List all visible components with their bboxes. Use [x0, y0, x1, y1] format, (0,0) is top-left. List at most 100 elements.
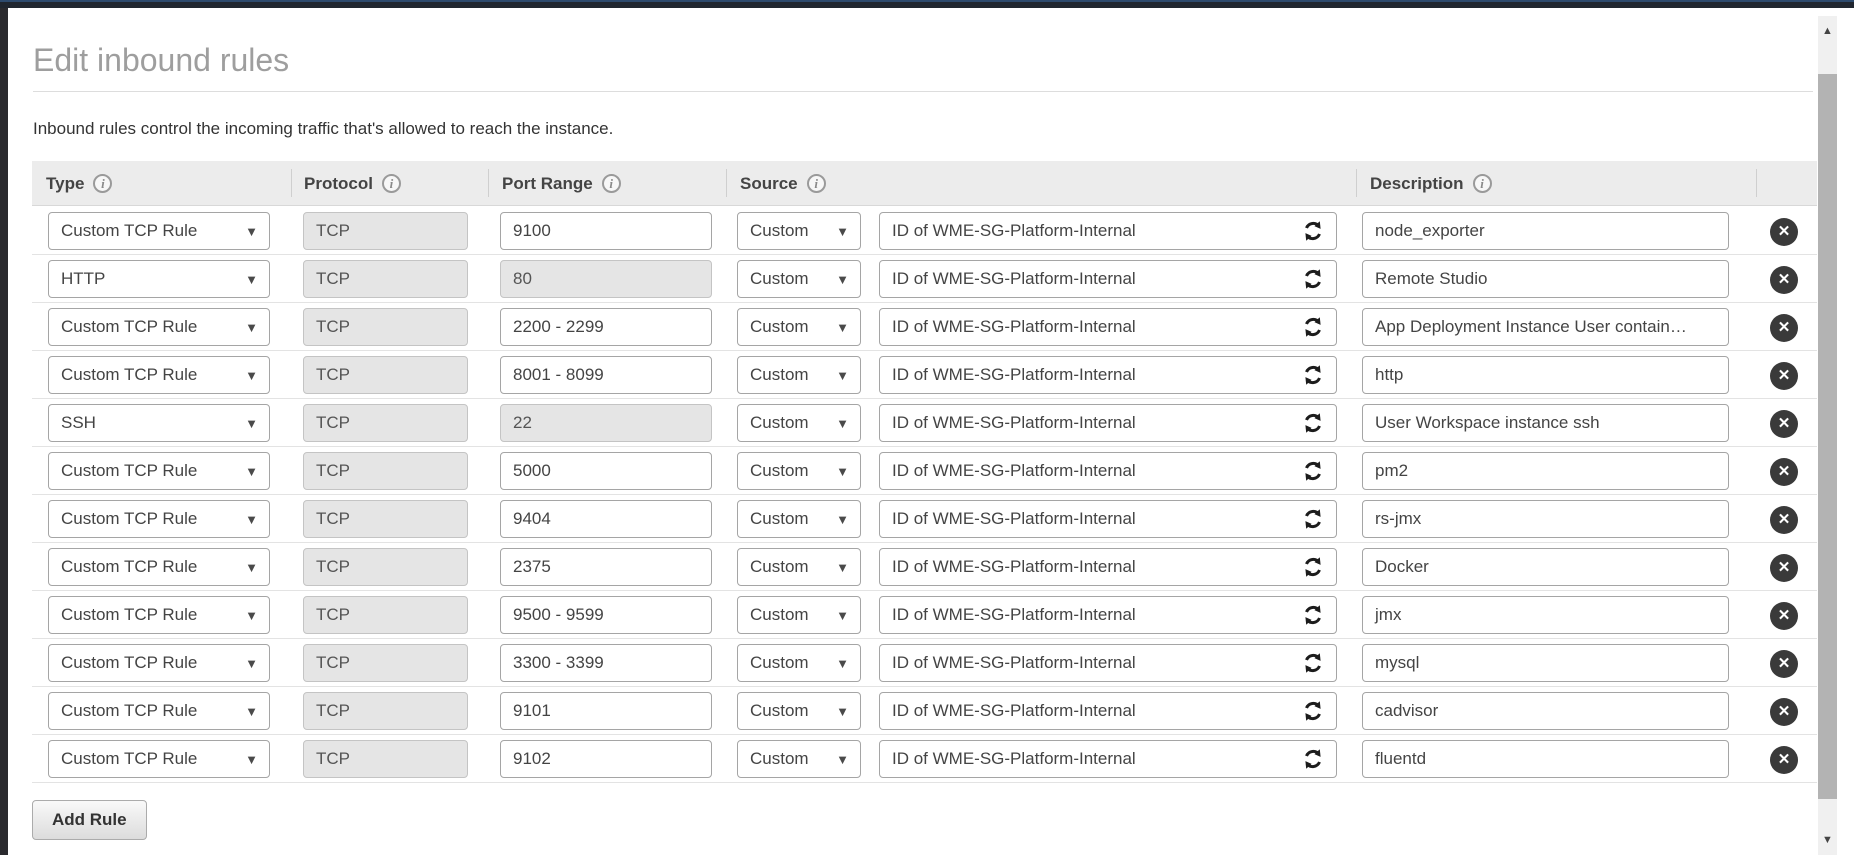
- source-input[interactable]: ID of WME-SG-Platform-Internal: [879, 740, 1337, 778]
- refresh-icon[interactable]: [1302, 412, 1324, 434]
- source-input[interactable]: ID of WME-SG-Platform-Internal: [879, 356, 1337, 394]
- description-input[interactable]: rs-jmx: [1362, 500, 1729, 538]
- source-type-select[interactable]: Custom ▼: [737, 500, 861, 538]
- description-input[interactable]: User Workspace instance ssh: [1362, 404, 1729, 442]
- scrollbar-thumb[interactable]: [1818, 74, 1837, 799]
- delete-rule-button[interactable]: ✕: [1770, 602, 1798, 630]
- port-range-input[interactable]: 2200 - 2299: [500, 308, 712, 346]
- refresh-icon[interactable]: [1302, 460, 1324, 482]
- rule-row: HTTP ▼ TCP 80 Custom ▼ ID of WME-SG-Plat…: [32, 255, 1817, 303]
- source-input[interactable]: ID of WME-SG-Platform-Internal: [879, 452, 1337, 490]
- source-input[interactable]: ID of WME-SG-Platform-Internal: [879, 644, 1337, 682]
- description-input[interactable]: cadvisor: [1362, 692, 1729, 730]
- type-select-value: Custom TCP Rule: [61, 309, 197, 345]
- source-type-select[interactable]: Custom ▼: [737, 692, 861, 730]
- info-icon[interactable]: i: [807, 174, 826, 193]
- refresh-icon[interactable]: [1302, 604, 1324, 626]
- source-input[interactable]: ID of WME-SG-Platform-Internal: [879, 596, 1337, 634]
- source-type-select[interactable]: Custom ▼: [737, 644, 861, 682]
- source-input[interactable]: ID of WME-SG-Platform-Internal: [879, 308, 1337, 346]
- type-select[interactable]: SSH ▼: [48, 404, 270, 442]
- source-type-select[interactable]: Custom ▼: [737, 260, 861, 298]
- source-type-select[interactable]: Custom ▼: [737, 404, 861, 442]
- header-divider: [1356, 169, 1357, 197]
- source-type-select[interactable]: Custom ▼: [737, 308, 861, 346]
- delete-rule-button[interactable]: ✕: [1770, 314, 1798, 342]
- info-icon[interactable]: i: [602, 174, 621, 193]
- delete-rule-button[interactable]: ✕: [1770, 218, 1798, 246]
- vertical-scrollbar[interactable]: ▲ ▼: [1818, 16, 1837, 855]
- info-icon[interactable]: i: [382, 174, 401, 193]
- source-input[interactable]: ID of WME-SG-Platform-Internal: [879, 212, 1337, 250]
- refresh-icon[interactable]: [1302, 652, 1324, 674]
- type-select[interactable]: Custom TCP Rule ▼: [48, 356, 270, 394]
- port-range-input[interactable]: 9101: [500, 692, 712, 730]
- refresh-icon[interactable]: [1302, 748, 1324, 770]
- port-range-input[interactable]: 9500 - 9599: [500, 596, 712, 634]
- refresh-icon[interactable]: [1302, 316, 1324, 338]
- port-range-input[interactable]: 8001 - 8099: [500, 356, 712, 394]
- refresh-icon[interactable]: [1302, 220, 1324, 242]
- scroll-up-button[interactable]: ▲: [1818, 16, 1837, 46]
- type-select[interactable]: Custom TCP Rule ▼: [48, 548, 270, 586]
- type-select[interactable]: Custom TCP Rule ▼: [48, 644, 270, 682]
- delete-rule-button[interactable]: ✕: [1770, 362, 1798, 390]
- delete-rule-button[interactable]: ✕: [1770, 698, 1798, 726]
- refresh-icon[interactable]: [1302, 268, 1324, 290]
- port-range-input[interactable]: 9102: [500, 740, 712, 778]
- refresh-icon[interactable]: [1302, 364, 1324, 386]
- type-select[interactable]: Custom TCP Rule ▼: [48, 500, 270, 538]
- type-select[interactable]: Custom TCP Rule ▼: [48, 308, 270, 346]
- delete-rule-button[interactable]: ✕: [1770, 554, 1798, 582]
- port-range-input[interactable]: 9100: [500, 212, 712, 250]
- delete-rule-button[interactable]: ✕: [1770, 410, 1798, 438]
- info-icon[interactable]: i: [93, 174, 112, 193]
- source-input[interactable]: ID of WME-SG-Platform-Internal: [879, 500, 1337, 538]
- add-rule-button[interactable]: Add Rule: [32, 800, 147, 840]
- source-type-select[interactable]: Custom ▼: [737, 548, 861, 586]
- source-type-select[interactable]: Custom ▼: [737, 596, 861, 634]
- port-range-input[interactable]: 5000: [500, 452, 712, 490]
- type-select[interactable]: Custom TCP Rule ▼: [48, 740, 270, 778]
- source-type-select[interactable]: Custom ▼: [737, 740, 861, 778]
- refresh-icon[interactable]: [1302, 556, 1324, 578]
- description-input[interactable]: pm2: [1362, 452, 1729, 490]
- scroll-down-button[interactable]: ▼: [1818, 825, 1837, 855]
- delete-rule-button[interactable]: ✕: [1770, 650, 1798, 678]
- page-subtitle: Inbound rules control the incoming traff…: [33, 119, 613, 139]
- source-input[interactable]: ID of WME-SG-Platform-Internal: [879, 404, 1337, 442]
- description-input[interactable]: mysql: [1362, 644, 1729, 682]
- source-input[interactable]: ID of WME-SG-Platform-Internal: [879, 692, 1337, 730]
- info-icon[interactable]: i: [1473, 174, 1492, 193]
- protocol-field: TCP: [303, 260, 468, 298]
- delete-rule-button[interactable]: ✕: [1770, 506, 1798, 534]
- type-select[interactable]: Custom TCP Rule ▼: [48, 692, 270, 730]
- source-input[interactable]: ID of WME-SG-Platform-Internal: [879, 260, 1337, 298]
- column-label: Protocol: [304, 174, 373, 194]
- type-select[interactable]: Custom TCP Rule ▼: [48, 596, 270, 634]
- description-input[interactable]: App Deployment Instance User contain…: [1362, 308, 1729, 346]
- port-range-input[interactable]: 3300 - 3399: [500, 644, 712, 682]
- refresh-icon[interactable]: [1302, 508, 1324, 530]
- source-type-select[interactable]: Custom ▼: [737, 452, 861, 490]
- description-input[interactable]: Docker: [1362, 548, 1729, 586]
- port-range-input[interactable]: 2375: [500, 548, 712, 586]
- type-select[interactable]: Custom TCP Rule ▼: [48, 212, 270, 250]
- delete-rule-button[interactable]: ✕: [1770, 746, 1798, 774]
- delete-x-icon: ✕: [1778, 559, 1791, 576]
- description-input[interactable]: jmx: [1362, 596, 1729, 634]
- type-select[interactable]: HTTP ▼: [48, 260, 270, 298]
- port-range-input[interactable]: 9404: [500, 500, 712, 538]
- description-input[interactable]: node_exporter: [1362, 212, 1729, 250]
- description-input[interactable]: http: [1362, 356, 1729, 394]
- type-select[interactable]: Custom TCP Rule ▼: [48, 452, 270, 490]
- port-range-input: 22: [500, 404, 712, 442]
- source-input[interactable]: ID of WME-SG-Platform-Internal: [879, 548, 1337, 586]
- delete-rule-button[interactable]: ✕: [1770, 458, 1798, 486]
- description-input[interactable]: fluentd: [1362, 740, 1729, 778]
- delete-rule-button[interactable]: ✕: [1770, 266, 1798, 294]
- source-type-select[interactable]: Custom ▼: [737, 356, 861, 394]
- source-type-select[interactable]: Custom ▼: [737, 212, 861, 250]
- refresh-icon[interactable]: [1302, 700, 1324, 722]
- description-input[interactable]: Remote Studio: [1362, 260, 1729, 298]
